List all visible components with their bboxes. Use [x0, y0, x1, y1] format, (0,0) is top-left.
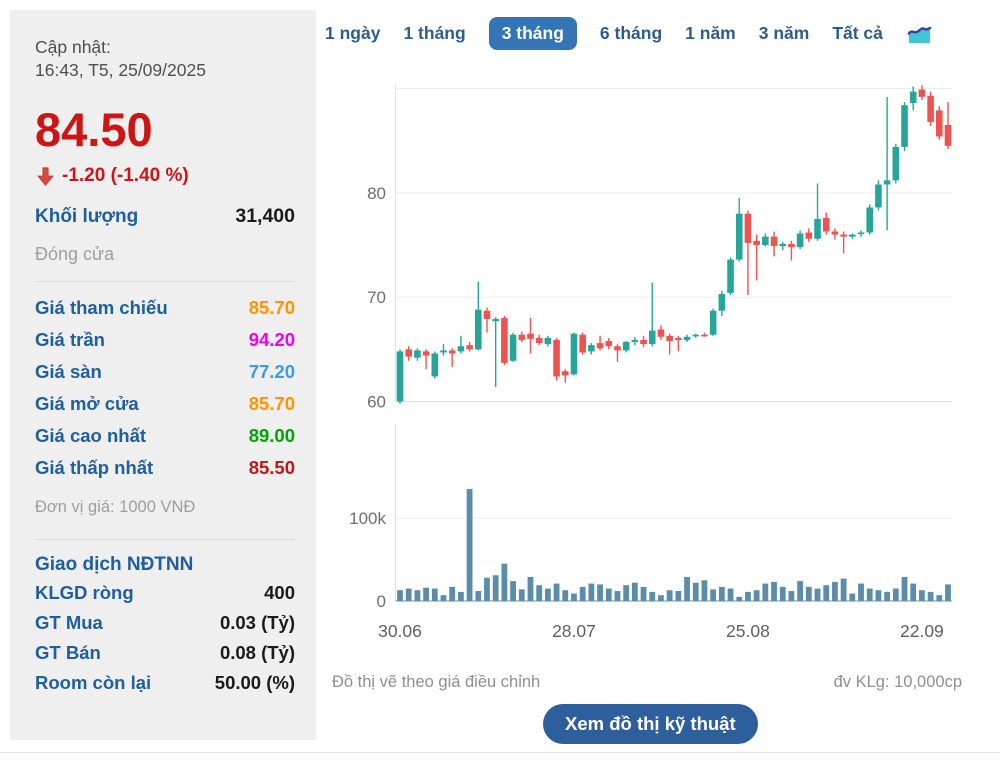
- divider: [35, 281, 295, 282]
- tab-3-năm[interactable]: 3 năm: [759, 17, 810, 50]
- info-row-label: Giá trần: [35, 329, 105, 350]
- info-row: Giá mở cửa 85.70: [35, 388, 295, 420]
- tab-3-tháng[interactable]: 3 tháng: [488, 16, 577, 50]
- svg-text:100k: 100k: [349, 509, 386, 528]
- tab-1-ngày[interactable]: 1 ngày: [325, 17, 380, 50]
- volume-row: Khối lượng 31,400: [35, 205, 295, 228]
- info-row-value: 0.08 (Tỷ): [219, 642, 295, 663]
- price-info-rows: Giá tham chiếu 85.70 Giá trần 94.20 Giá sàn 7…: [35, 292, 295, 484]
- session-status: Đóng cửa: [35, 244, 115, 264]
- tab-tất-cả[interactable]: Tất cả: [832, 17, 883, 50]
- svg-text:28.07: 28.07: [552, 621, 596, 641]
- period-tabs: 1 ngày 1 tháng 3 tháng 6 tháng 1 năm 3 năm Tất…: [325, 15, 933, 51]
- volume-value: 31,400: [235, 205, 295, 227]
- info-row-value: 85.50: [248, 457, 295, 478]
- info-row: Giá trần 94.20: [35, 324, 295, 356]
- info-row-label: Giá cao nhất: [35, 425, 147, 446]
- info-row-label: Giá mở cửa: [35, 393, 139, 414]
- info-row-value: 50.00 (%): [214, 672, 295, 693]
- area-chart-icon[interactable]: [906, 20, 933, 47]
- divider: [35, 539, 295, 540]
- info-row-label: GT Mua: [35, 612, 103, 633]
- info-row-value: 0.03 (Tỷ): [219, 612, 295, 633]
- info-row: Giá tham chiếu 85.70: [35, 292, 295, 324]
- price-change-row: -1.20 (-1.40 %): [35, 165, 295, 187]
- info-row-value: 85.70: [248, 297, 295, 318]
- svg-text:25.08: 25.08: [726, 621, 770, 641]
- svg-text:80: 80: [367, 184, 386, 203]
- svg-text:30.06: 30.06: [378, 621, 422, 641]
- updated-block: Cập nhật: 16:43, T5, 25/09/2025: [35, 36, 295, 82]
- stock-quote-widget: Cập nhật: 16:43, T5, 25/09/2025 84.50 -1…: [0, 0, 1000, 763]
- info-row-value: 94.20: [248, 329, 295, 350]
- info-row-value: 85.70: [248, 393, 295, 414]
- info-row: Giá cao nhất 89.00: [35, 420, 295, 452]
- info-row: Giá thấp nhất 85.50: [35, 452, 295, 484]
- info-row-value: 400: [264, 582, 295, 603]
- arrow-down-icon: [37, 166, 54, 186]
- bottom-divider: [0, 752, 1000, 753]
- info-row-value: 77.20: [248, 361, 295, 382]
- info-row-label: Room còn lại: [35, 672, 152, 693]
- info-row: GT Mua 0.03 (Tỷ): [35, 608, 295, 638]
- info-row: GT Bán 0.08 (Tỷ): [35, 638, 295, 668]
- tab-6-tháng[interactable]: 6 tháng: [600, 17, 662, 50]
- info-row-label: GT Bán: [35, 642, 101, 663]
- info-row-label: KLGD ròng: [35, 582, 134, 603]
- svg-text:60: 60: [367, 393, 386, 412]
- foreign-trade-rows: KLGD ròng 400 GT Mua 0.03 (Tỷ) GT Bán 0.08 (T…: [35, 578, 295, 698]
- updated-time: 16:43, T5, 25/09/2025: [35, 60, 206, 80]
- price-unit-note: Đơn vị giá: 1000 VNĐ: [35, 498, 196, 516]
- info-row-label: Giá tham chiếu: [35, 297, 168, 318]
- price-volume-chart[interactable]: 80 70 60 100k 0 30.06 28.07 25.08 22.09: [325, 75, 995, 650]
- svg-text:0: 0: [377, 592, 386, 611]
- volume-label: Khối lượng: [35, 206, 139, 227]
- info-row-label: Giá thấp nhất: [35, 457, 154, 478]
- info-row-value: 89.00: [248, 425, 295, 446]
- tab-1-tháng[interactable]: 1 tháng: [403, 17, 465, 50]
- info-row: Giá sàn 77.20: [35, 356, 295, 388]
- tab-1-năm[interactable]: 1 năm: [685, 17, 736, 50]
- updated-label: Cập nhật:: [35, 37, 111, 57]
- last-price: 84.50: [35, 103, 153, 156]
- info-row: KLGD ròng 400: [35, 578, 295, 608]
- svg-text:22.09: 22.09: [900, 621, 944, 641]
- foreign-trade-title: Giao dịch NĐTNN: [35, 554, 194, 575]
- quote-panel: Cập nhật: 16:43, T5, 25/09/2025 84.50 -1…: [10, 10, 316, 740]
- info-row-label: Giá sàn: [35, 361, 102, 382]
- svg-text:70: 70: [367, 288, 386, 307]
- volume-unit-note: đv KLg: 10,000cp: [833, 673, 962, 691]
- info-row: Room còn lại 50.00 (%): [35, 668, 295, 698]
- technical-chart-button[interactable]: Xem đồ thị kỹ thuật: [543, 704, 758, 744]
- chart-area[interactable]: 80 70 60 100k 0 30.06 28.07 25.08 22.09: [325, 75, 995, 650]
- adjusted-price-note: Đồ thị vẽ theo giá điều chỉnh: [332, 673, 541, 691]
- price-change-value: -1.20 (-1.40 %): [62, 165, 189, 186]
